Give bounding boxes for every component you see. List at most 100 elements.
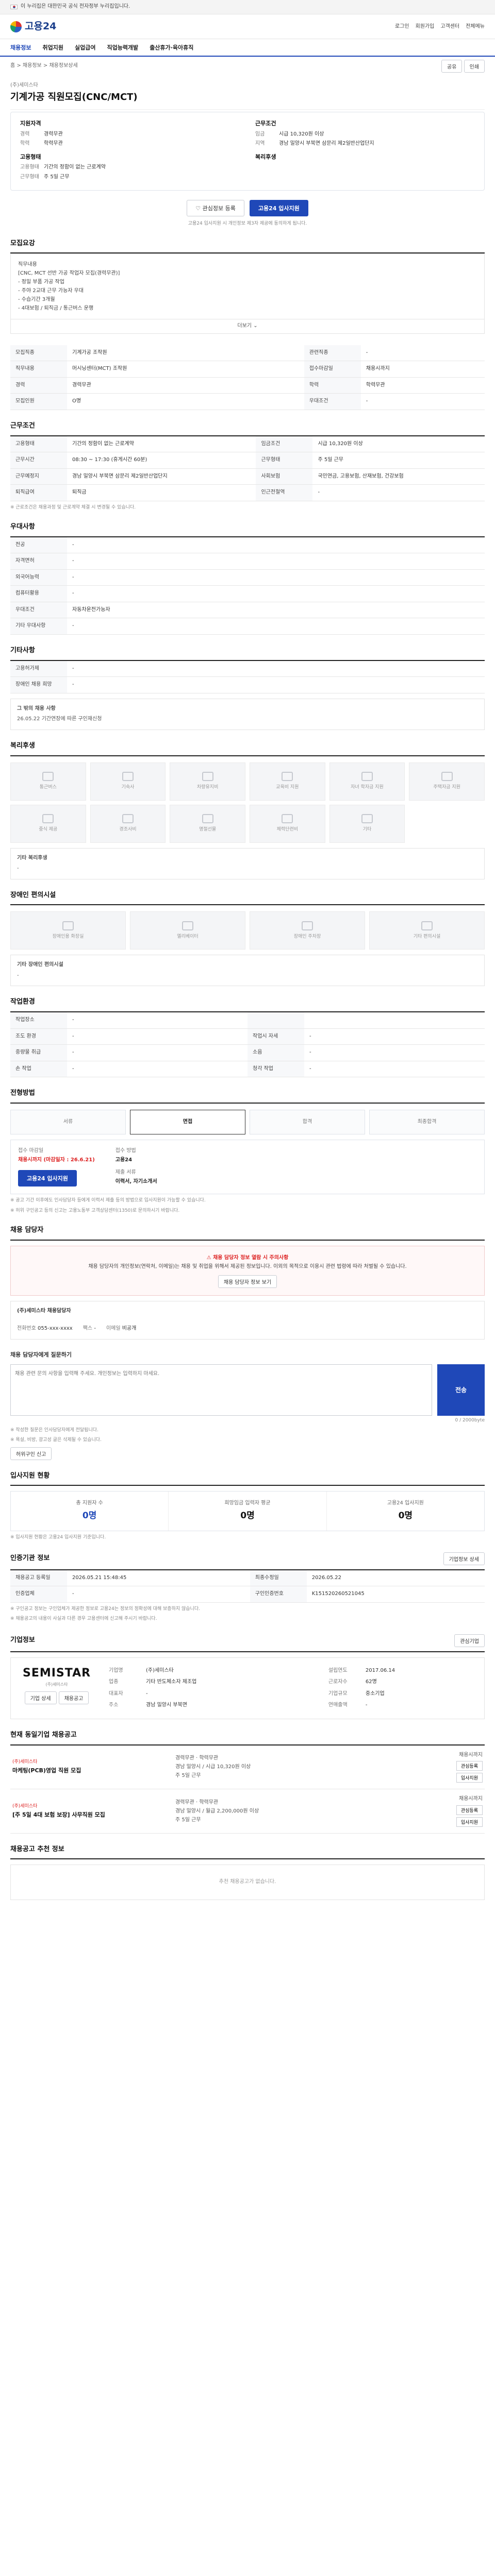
- table-row: 퇴직급여 퇴직금 인근전철역 -: [10, 484, 485, 501]
- table-row: 조도 환경 - 작업시 자세 -: [10, 1028, 485, 1045]
- section-title: 채용 담당자: [10, 1226, 485, 1241]
- summary-value: 시급 10,320원 이상: [279, 131, 324, 137]
- accessibility-icon: [421, 921, 433, 930]
- box-text: -: [17, 972, 19, 978]
- table-row: 고용형태 기간의 정함이 없는 근로계약 임금조건 시급 10,320원 이상: [10, 436, 485, 453]
- apply-label: 제출 서류: [115, 1170, 136, 1176]
- breadcrumb-row: 홈 > 채용정보 > 채용정보상세 공유 인쇄: [10, 57, 485, 76]
- facility-item: 엘리베이터: [130, 911, 245, 950]
- section-title: 작업환경: [10, 997, 485, 1013]
- conditions-table: 고용형태 기간의 정함이 없는 근로계약 임금조건 시급 10,320원 이상 근무시…: [10, 436, 485, 501]
- welfare-item: 명절선물: [170, 804, 245, 843]
- more-button[interactable]: 더보기 ⌄: [10, 319, 485, 334]
- header-links: 로그인 회원가입 고객센터 전체메뉴: [395, 23, 485, 31]
- summary-key: 고용형태: [20, 164, 39, 171]
- steps-section: 전형방법 서류 면접 합격 최종합격 접수 마감일 채용시까지 (마감일자 : …: [10, 1089, 485, 1214]
- car-icon: [202, 772, 213, 782]
- company-detail-button[interactable]: 기업정보 상세: [443, 1552, 485, 1565]
- corp-jobs-button[interactable]: 채용공고: [58, 1691, 89, 1705]
- gov-banner: 이 누리집은 대한민국 공식 전자정부 누리집입니다.: [0, 0, 495, 14]
- table-row: 중량물 취급 - 소음 -: [10, 1044, 485, 1061]
- interest-company-button[interactable]: 관심기업: [454, 1634, 485, 1647]
- box-text: -: [17, 866, 19, 872]
- info-note: ※ 채용공고의 내용이 사실과 다른 경우 고용센터에 신고해 주시기 바랍니다…: [10, 1616, 157, 1622]
- contact-name: (주)세미스타 채용담당자: [17, 1308, 71, 1314]
- summary-type-title: 고용형태: [20, 153, 41, 160]
- welfare-item: 자녀 학자금 지원: [329, 762, 405, 801]
- interest-button[interactable]: ♡ 관심정보 등록: [187, 200, 244, 217]
- apply-label: 접수 방법: [115, 1148, 136, 1154]
- info-section: 인증기관 정보 기업정보 상세 채용공고 등록일 2026.05.21 15:48:…: [10, 1552, 485, 1623]
- site-header: 고용24 로그인 회원가입 고객센터 전체메뉴: [0, 14, 495, 39]
- job-text-line: 직무내용: [18, 262, 37, 268]
- contact-section: 채용 담당자 ⚠ 채용 담당자 정보 열람 시 주의사항 채용 담당자의 개인정…: [10, 1226, 485, 1340]
- menu-item-leave[interactable]: 출산휴가·육아휴직: [150, 44, 193, 52]
- apply-box: 접수 마감일 채용시까지 (마감일자 : 26.6.21) 고용24 입사지원 …: [10, 1140, 485, 1195]
- corp-detail-button[interactable]: 기업 상세: [24, 1691, 57, 1705]
- job-content-text: 직무내용 [CNC, MCT 선반 가공 작업자 모집(경력무관)] - 정밀 …: [10, 253, 485, 320]
- menu-item-benefit[interactable]: 실업급여: [75, 44, 95, 52]
- job-interest-button[interactable]: 관심등록: [456, 1761, 483, 1771]
- section-title: 모집요강: [10, 239, 485, 254]
- stat-item: 고용24 입사지원 0명: [387, 1500, 424, 1521]
- meal-icon: [42, 814, 54, 824]
- header-link-support[interactable]: 고객센터: [440, 23, 459, 31]
- list-item[interactable]: (주)세미스타 마케팅(PCB)영업 직원 모집 경력무관 · 학력무관 경남 …: [10, 1745, 485, 1790]
- info-table: 채용공고 등록일 2026.05.21 15:48:45 최종수정일 2026.05.…: [10, 1570, 485, 1603]
- apply-button-2[interactable]: 고용24 입사지원: [18, 1170, 77, 1187]
- share-button[interactable]: 공유: [441, 60, 463, 73]
- table-row: 업종 기타 반도체소자 제조업 근로자수 62명: [109, 1679, 377, 1685]
- heart-icon: ♡: [195, 205, 203, 212]
- process-box: 그 밖의 채용 사항 26.05.22 기간연장에 따른 구인재신청: [10, 698, 485, 730]
- conditions-note: ※ 근로조건은 채용과정 및 근로계약 체결 시 변경될 수 있습니다.: [10, 504, 136, 510]
- notice-text: 채용 담당자의 개인정보(연락처, 이메일)는 채용 및 취업을 위해서 제공된…: [88, 1263, 407, 1269]
- holiday-icon: [202, 814, 213, 824]
- job-apply-button[interactable]: 입사지원: [456, 1773, 483, 1783]
- box-text: 26.05.22 기간연장에 따른 구인재신청: [17, 716, 102, 722]
- stat-item: 희망임금 입력자 평균 0명: [169, 1492, 327, 1531]
- view-contact-button[interactable]: 채용 담당자 정보 보기: [218, 1275, 277, 1288]
- menu-item-support[interactable]: 취업지원: [42, 44, 63, 52]
- section-title: 기업정보 관심기업: [10, 1634, 485, 1652]
- summary-key: 지역: [255, 141, 265, 147]
- job-apply-button[interactable]: 입사지원: [456, 1817, 483, 1827]
- education-icon: [282, 772, 293, 782]
- section-title: 전형방법: [10, 1089, 485, 1104]
- menu-item-jobs[interactable]: 채용정보: [10, 44, 31, 52]
- apply-deadline: 채용시까지 (마감일자 : 26.6.21): [18, 1157, 95, 1163]
- table-row: 고용허가제 -: [10, 660, 485, 677]
- job-text-line: - 수습기간 3개월: [18, 297, 55, 303]
- summary-value: 기간의 정함이 없는 근로계약: [44, 164, 106, 171]
- table-row: 작업장소 -: [10, 1012, 485, 1029]
- table-row: 자격면허 -: [10, 553, 485, 570]
- logo-icon: [10, 21, 22, 32]
- menu-item-training[interactable]: 직업능력개발: [107, 44, 138, 52]
- steps-row: 서류 면접 합격 최종합격: [10, 1110, 485, 1135]
- list-item[interactable]: (주)세미스타 [주 5일 4대 보험 보장] 사무직원 모집 경력무관 · 학…: [10, 1789, 485, 1834]
- process-table: 고용허가제 - 장애인 채용 희망 -: [10, 660, 485, 693]
- report-button[interactable]: 허위구인 신고: [10, 1447, 52, 1460]
- site-logo[interactable]: 고용24: [10, 20, 56, 34]
- send-button[interactable]: 전송: [437, 1364, 485, 1416]
- bus-icon: [42, 772, 54, 782]
- action-buttons: ♡ 관심정보 등록 고용24 입사지원: [10, 200, 485, 217]
- step-item: 최종합격: [369, 1110, 485, 1135]
- header-link-login[interactable]: 로그인: [395, 23, 409, 31]
- summary-box: 지원자격 경력 경력무관 학력 학력무관 고용형태 고용형태 기간의 정함이 없는 근…: [10, 111, 485, 191]
- header-link-signup[interactable]: 회원가입: [416, 23, 435, 31]
- header-link-allmenu[interactable]: 전체메뉴: [466, 23, 485, 31]
- corp-logo: SEMISTAR (주)세미스타 기업 상세 채용공고: [18, 1665, 95, 1711]
- print-button[interactable]: 인쇄: [464, 60, 485, 73]
- welfare-section: 복리후생 통근버스 기숙사 차량유지비 교육비 지원 자녀 학자금 지원 주택자…: [10, 741, 485, 879]
- inquiry-textarea[interactable]: [10, 1364, 432, 1416]
- job-interest-button[interactable]: 관심등록: [456, 1805, 483, 1815]
- qualification-table: 전공 - 자격면허 - 외국어능력 - 컴퓨터활용 - 우대조건 자동차운전가능자 기타 …: [10, 537, 485, 635]
- apply-note-2: ※ 허위 구인공고 등의 신고는 고용노동부 고객상담센터(1350)로 문의하…: [10, 1208, 180, 1213]
- apply-button[interactable]: 고용24 입사지원: [249, 200, 308, 217]
- elevator-icon: [182, 921, 193, 930]
- welfare-item: 기숙사: [90, 762, 166, 801]
- apply-note-1: ※ 공고 기간 이후에도 인사담당자 등에게 이력서 제출 등의 방법으로 입사…: [10, 1198, 206, 1204]
- info-note: ※ 구인공고 정보는 구인업체가 제공한 정보로 고용24는 정보의 정확성에 …: [10, 1606, 200, 1612]
- contact-info: (주)세미스타 채용담당자 전화번호 055-xxx-xxxx 팩스 - 이메일…: [10, 1300, 485, 1340]
- welfare-item: 중식 제공: [10, 804, 86, 843]
